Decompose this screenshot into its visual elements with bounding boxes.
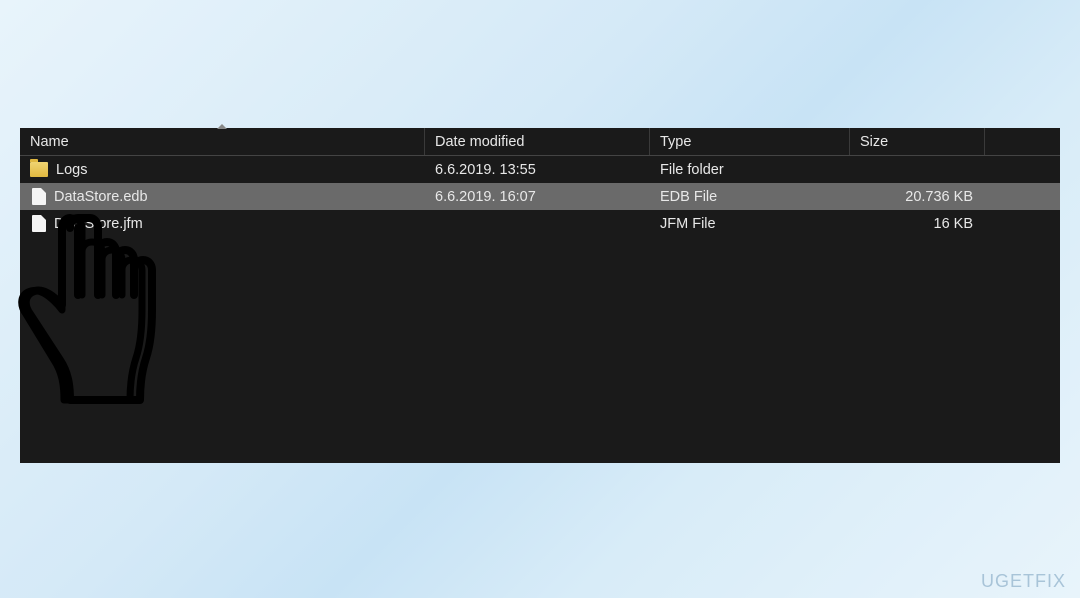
file-explorer-panel: Name Date modified Type Size Logs 6.6.20…: [20, 128, 1060, 463]
column-header-type[interactable]: Type: [650, 128, 850, 155]
file-row[interactable]: Logs 6.6.2019. 13:55 File folder: [20, 156, 1060, 183]
column-header-date[interactable]: Date modified: [425, 128, 650, 155]
file-date: 6.6.2019. 16:07: [435, 189, 536, 205]
header-label-size: Size: [860, 134, 888, 150]
header-label-type: Type: [660, 134, 691, 150]
header-label-date: Date modified: [435, 134, 524, 150]
watermark-text: UGETFIX: [981, 571, 1066, 592]
file-size: 16 KB: [934, 216, 974, 232]
file-type: File folder: [660, 162, 724, 178]
file-row[interactable]: DataStore.jfm JFM File 16 KB: [20, 210, 1060, 237]
file-icon: [32, 215, 46, 232]
file-date: 6.6.2019. 13:55: [435, 162, 536, 178]
sort-ascending-icon: [217, 124, 227, 129]
column-header-name[interactable]: Name: [20, 128, 425, 155]
file-name: DataStore.jfm: [54, 216, 143, 232]
column-header-row: Name Date modified Type Size: [20, 128, 1060, 156]
file-row[interactable]: DataStore.edb 6.6.2019. 16:07 EDB File 2…: [20, 183, 1060, 210]
file-name: Logs: [56, 162, 87, 178]
file-type: JFM File: [660, 216, 716, 232]
folder-icon: [30, 162, 48, 177]
column-header-size[interactable]: Size: [850, 128, 985, 155]
header-label-name: Name: [30, 134, 69, 150]
file-type: EDB File: [660, 189, 717, 205]
file-icon: [32, 188, 46, 205]
file-size: 20.736 KB: [905, 189, 973, 205]
file-name: DataStore.edb: [54, 189, 148, 205]
